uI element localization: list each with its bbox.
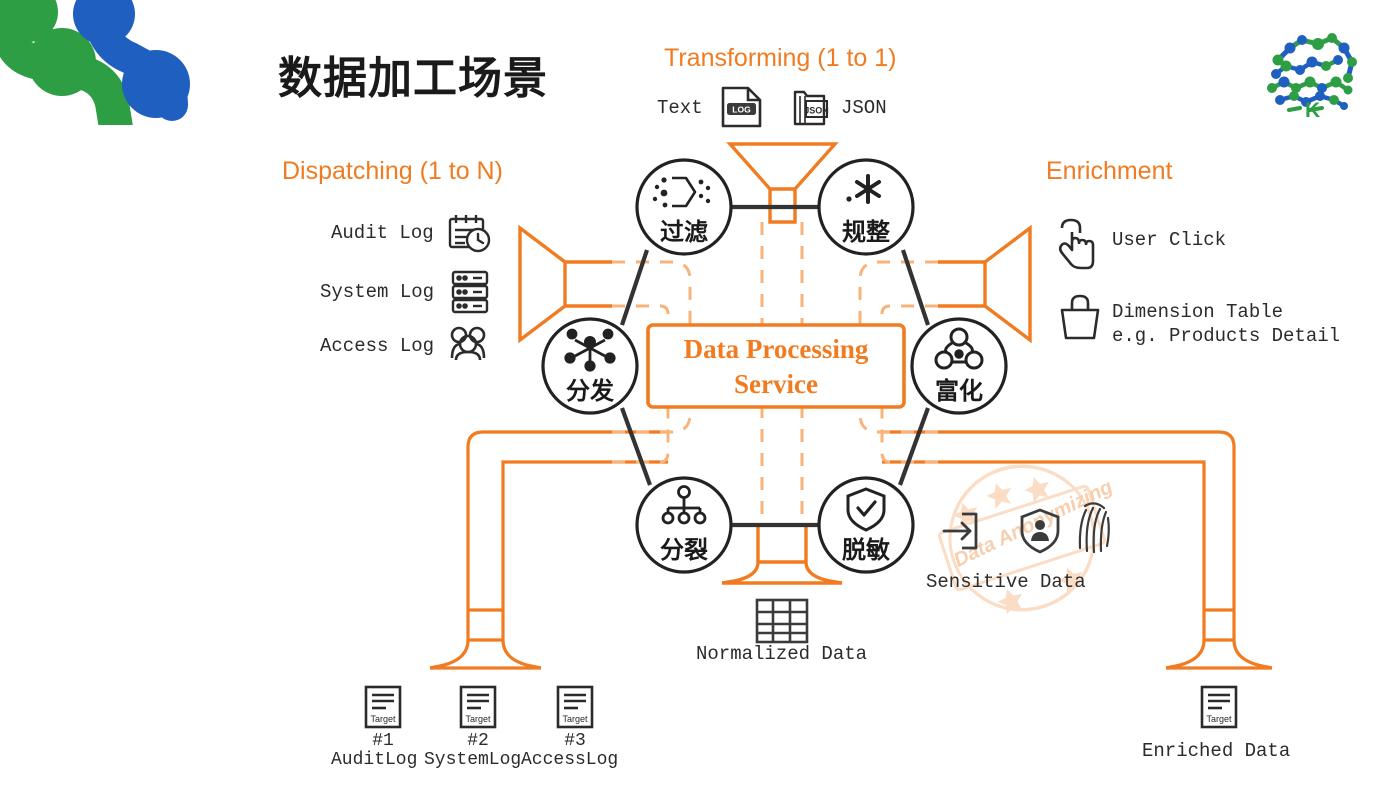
dispatch-source-label-2: Access Log (320, 335, 435, 357)
enrichment-source-label-1: Dimension Table (1112, 301, 1284, 323)
output-label-normalized: Normalized Data (696, 643, 868, 665)
node-label-normalize[interactable]: 规整 (826, 212, 906, 247)
target-name-right: Enriched Data (1142, 740, 1291, 762)
json-folder-icon: JSON (793, 90, 829, 126)
target-doc-icons: Target Target Target Target (364, 685, 1238, 729)
core-service-label-line1: Data Processing (683, 334, 869, 364)
section-heading-dispatching: Dispatching (1 to N) (282, 157, 503, 185)
system-log-icon (451, 270, 489, 314)
core-service-label-line2: Service (734, 369, 818, 399)
input-label-json: JSON (841, 97, 887, 119)
svg-text:Target: Target (1206, 714, 1232, 724)
target-num-0: #1 (372, 731, 394, 751)
input-label-text: Text (657, 97, 703, 119)
click-hand-icon (1058, 218, 1095, 270)
node-label-filter[interactable]: 过滤 (644, 212, 724, 247)
table-grid-icon (755, 598, 809, 644)
target-num-1: #2 (467, 731, 489, 751)
shopping-bag-icon (1060, 294, 1100, 340)
svg-text:Target: Target (465, 714, 491, 724)
svg-text:LOG: LOG (732, 105, 751, 115)
audit-log-icon (448, 215, 491, 253)
svg-text:JSON: JSON (804, 106, 829, 116)
output-label-sensitive: Sensitive Data (926, 571, 1086, 593)
target-name-2: AccessLog (521, 750, 619, 770)
page-title: 数据加工场景 (278, 54, 548, 103)
svg-text:Target: Target (370, 714, 396, 724)
node-network-decoration (0, 0, 190, 125)
dispatch-source-label-0: Audit Log (331, 222, 434, 244)
node-label-mask[interactable]: 脱敏 (826, 530, 906, 565)
target-name-1: SystemLog (424, 750, 522, 770)
svg-text:Target: Target (562, 714, 588, 724)
left-output-pipes (429, 430, 668, 670)
enrichment-source-sublabel-1: e.g. Products Detail (1112, 325, 1341, 347)
node-label-dispatch[interactable]: 分发 (550, 371, 630, 406)
target-num-2: #3 (564, 731, 586, 751)
right-output-pipes (882, 430, 1273, 670)
slide-canvas: Data Anonymizing LOG JSON Target Target … (0, 0, 1400, 788)
node-label-enrich[interactable]: 富化 (919, 371, 999, 406)
enrichment-source-label-0: User Click (1112, 229, 1227, 251)
access-log-icon (450, 326, 486, 361)
log-file-icon: LOG (721, 86, 762, 128)
section-heading-enrichment: Enrichment (1046, 157, 1173, 185)
dispatch-source-label-1: System Log (320, 281, 435, 303)
target-name-0: AuditLog (331, 750, 418, 770)
node-label-split[interactable]: 分裂 (644, 530, 724, 565)
section-heading-transforming: Transforming (1 to 1) (664, 44, 897, 72)
brand-logo-text: K (1305, 99, 1321, 122)
